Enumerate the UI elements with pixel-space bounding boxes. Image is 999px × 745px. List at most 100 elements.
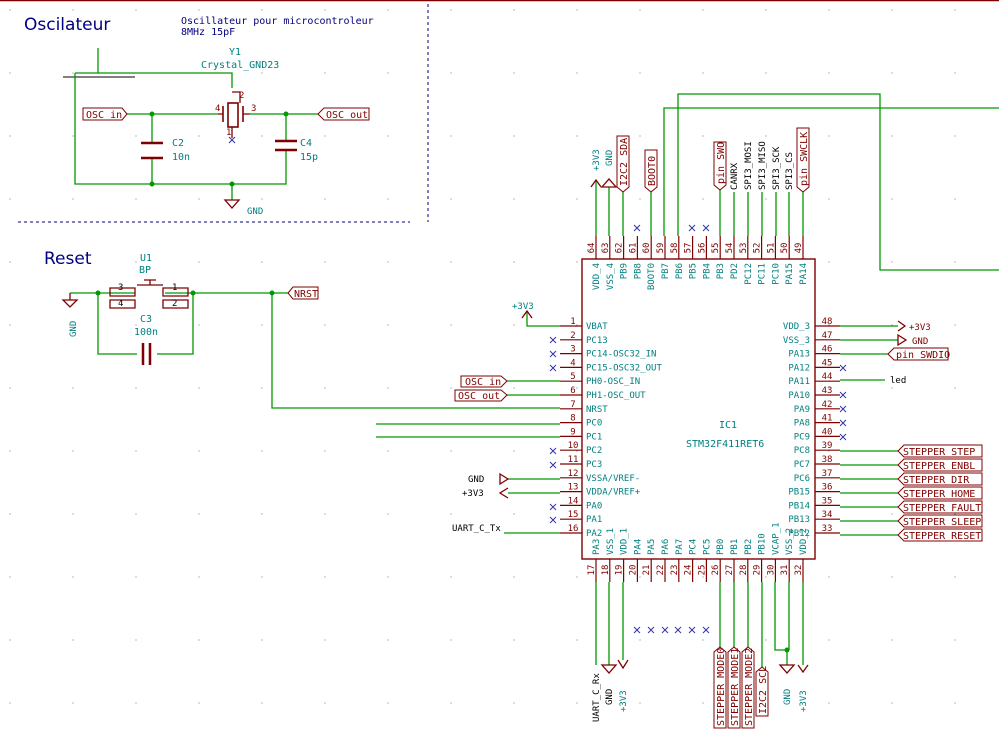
ic1-pin-number: 33 xyxy=(822,524,833,534)
ic1-pin-name: VSS_3 xyxy=(783,336,810,346)
svg-text:2: 2 xyxy=(172,299,177,309)
ic1-pin-name: PB14 xyxy=(788,501,810,511)
svg-text:GND: GND xyxy=(69,321,79,337)
ic1-pin-name: PC4 xyxy=(689,539,699,555)
label-pin-swclk[interactable]: pin_SWCLK xyxy=(796,127,810,193)
ic1-pin-name: VDD_1 xyxy=(620,528,630,555)
ic1-pin-name: PC3 xyxy=(586,460,602,470)
svg-text:15p: 15p xyxy=(300,152,318,163)
top-net-label: SPI3_SCK xyxy=(772,146,782,190)
ic1-pin-name: PA8 xyxy=(794,419,810,429)
label-stepper-right[interactable]: STEPPER_HOME xyxy=(897,486,983,500)
ic1-pin-number: 50 xyxy=(780,243,790,254)
label-stepper-right[interactable]: STEPPER_SLEEP xyxy=(897,514,983,528)
svg-text:C3: C3 xyxy=(140,314,152,325)
label-stepper-bottom[interactable]: STEPPER_MODE2 xyxy=(741,646,755,729)
power-gnd-pin63: GND xyxy=(600,150,618,188)
ic1-pin-name: PC9 xyxy=(794,432,810,442)
pushbutton-u1[interactable]: 3 4 1 2 xyxy=(109,279,189,309)
svg-text:10n: 10n xyxy=(172,152,190,163)
svg-text:GND: GND xyxy=(247,207,263,217)
ic1-pin-number: 55 xyxy=(711,243,721,254)
label-osc-in[interactable]: OSC_in xyxy=(82,107,128,121)
ic1-pin-name: PB9 xyxy=(620,263,630,279)
capacitor-c3[interactable]: C3 100n xyxy=(134,314,158,365)
ic1-pin-number: 29 xyxy=(753,565,763,576)
label-stepper-bottom[interactable]: STEPPER_MODE0 xyxy=(713,646,727,729)
label-stepper-bottom[interactable]: STEPPER_MODE1 xyxy=(727,646,741,729)
ic1-pin-name: PC6 xyxy=(794,474,810,484)
label-nrst[interactable]: NRST xyxy=(287,286,319,300)
ic1-pin-name: VCAP_1 xyxy=(771,522,781,555)
label-i2c2-scl[interactable]: I2C2_SCL xyxy=(755,666,769,717)
oscillator-note-line2: 8MHz 15pF xyxy=(181,27,235,38)
ic1-pin-name: PA7 xyxy=(675,539,685,555)
ic1-pin-number: 54 xyxy=(725,243,735,254)
ic1-pin-name: PA4 xyxy=(633,539,643,555)
ic1-pin-name: PB1 xyxy=(730,539,740,555)
power-v33-vbat: +3V3 xyxy=(512,302,534,319)
svg-text:BOOT0: BOOT0 xyxy=(647,156,658,186)
svg-text:4: 4 xyxy=(215,104,220,114)
ic1-body[interactable] xyxy=(581,258,816,560)
ic1-pin-number: 3 xyxy=(570,345,575,355)
section-title-reset: Reset xyxy=(44,249,92,269)
ic1-pin-number: 27 xyxy=(725,565,735,576)
svg-text:1: 1 xyxy=(226,128,231,138)
label-stepper-right[interactable]: STEPPER_STEP xyxy=(897,444,983,458)
ic1-pin-number: 34 xyxy=(822,510,833,520)
ic1-pin-name: PD2 xyxy=(730,263,740,279)
ic1-pin-number: 64 xyxy=(587,243,597,254)
ic1-pin-number: 10 xyxy=(568,441,579,451)
label-boot0[interactable]: BOOT0 xyxy=(644,149,658,193)
label-pin-swo[interactable]: pin_SWO xyxy=(713,141,727,191)
ic1-pin-number: 6 xyxy=(570,386,575,396)
svg-text:GND: GND xyxy=(912,337,928,347)
ic1-pin-number: 15 xyxy=(568,510,579,520)
label-stepper-right[interactable]: STEPPER_DIR xyxy=(897,472,983,486)
ic1-pin-name: PC13 xyxy=(586,336,608,346)
label-osc-in-mcu[interactable]: OSC_in xyxy=(460,375,508,388)
ic1-pin-number: 53 xyxy=(739,243,749,254)
ic1-pin-number: 46 xyxy=(822,345,833,355)
ic1-pin-number: 11 xyxy=(568,455,579,465)
ic1-pin-name: PC7 xyxy=(794,460,810,470)
svg-text:100n: 100n xyxy=(134,327,158,338)
ic1-pin-name: PA0 xyxy=(586,501,602,511)
label-i2c2-sda[interactable]: I2C2_SDA xyxy=(616,135,630,193)
label-pin-swdio[interactable]: pin_SWDIO xyxy=(887,347,950,361)
ic1-pin-name: PC11 xyxy=(758,263,768,285)
top-net-label: SPI3_MISO xyxy=(758,141,768,190)
gnd-symbol-reset: GND xyxy=(61,293,79,337)
power-v33-pin48: +3V3 xyxy=(897,320,931,333)
ic1-pin-number: 61 xyxy=(628,243,638,254)
v33-label-pin19: +3V3 xyxy=(619,690,629,712)
label-stepper-right[interactable]: STEPPER_RESET xyxy=(897,528,983,542)
ic1-pin-name: PC10 xyxy=(771,263,781,285)
ic1-pin-name: PA15 xyxy=(785,263,795,285)
ic1-pin-number: 7 xyxy=(570,400,575,410)
ic1-pin-number: 20 xyxy=(628,565,638,576)
ic1-pin-name: PC1 xyxy=(586,432,602,442)
ic1-pin-name: VDD_3 xyxy=(783,322,810,332)
ic1-pin-number: 52 xyxy=(753,243,763,254)
capacitor-c4[interactable]: C4 15p xyxy=(275,138,318,163)
ic1-pin-number: 48 xyxy=(822,317,833,327)
label-stepper-right[interactable]: STEPPER_ENBL xyxy=(897,458,983,472)
svg-text:I2C2_SCL: I2C2_SCL xyxy=(758,666,769,714)
label-osc-out[interactable]: OSC_out xyxy=(317,107,370,121)
ic1-pin-name: PA6 xyxy=(661,539,671,555)
ic1-pin-name: VSS_2 xyxy=(785,528,795,555)
ic1-pin-number: 60 xyxy=(642,243,652,254)
ic1-pin-name: VBAT xyxy=(586,322,608,332)
ic1-pin-number: 57 xyxy=(684,243,694,254)
ic1-pin-number: 32 xyxy=(794,565,804,576)
ic1-pin-name: PA10 xyxy=(788,391,810,401)
capacitor-c2[interactable]: C2 10n xyxy=(141,138,190,163)
svg-text:OSC_out: OSC_out xyxy=(326,110,368,121)
label-osc-out-mcu[interactable]: OSC_out xyxy=(454,389,508,402)
ic1-pin-name: PH1-OSC_OUT xyxy=(586,391,646,401)
label-stepper-right[interactable]: STEPPER_FAULT xyxy=(897,500,983,514)
ic1-pin-number: 19 xyxy=(615,565,625,576)
power-gnd-pin18 xyxy=(600,664,618,674)
